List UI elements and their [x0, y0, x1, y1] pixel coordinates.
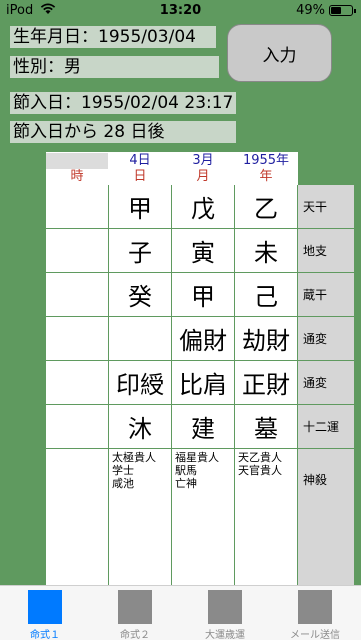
- input-button[interactable]: 入力: [227, 24, 332, 82]
- chishi-year: 未: [235, 229, 297, 272]
- tab-meishiki-2-icon: [118, 590, 152, 624]
- tsuhen-1-day: [109, 317, 171, 360]
- juniun-month: 建: [172, 405, 234, 448]
- pillar-year: 年: [259, 169, 273, 184]
- battery-nub: [354, 9, 356, 13]
- pillar-header: 4日 3月 1955年 時 日 月 年: [46, 152, 298, 185]
- tsuhen-1-year: 劫財: [235, 317, 297, 360]
- tab-mail-send[interactable]: メール送信: [270, 586, 360, 640]
- pillar-hour: 時: [70, 169, 84, 184]
- tsuhen-2-day: 印綬: [109, 361, 171, 404]
- status-bar: iPod 13:20 49%: [0, 0, 361, 22]
- row-label-juniun: 十二運: [298, 405, 354, 448]
- tenkan-month: 戊: [172, 185, 234, 228]
- row-label-tsuhen-1: 通変: [298, 317, 354, 360]
- shinsatsu-month: 福星貴人 駅馬 亡神: [172, 449, 234, 585]
- battery-fill: [331, 7, 341, 14]
- meishiki-grid: 甲 戊 乙 天干 子 寅 未 地支 癸 甲 己 蔵干 偏財 劫財 通変 印綬 比…: [46, 185, 356, 585]
- tab-meishiki-1[interactable]: 命式１: [0, 586, 90, 640]
- shinsatsu-item: 咸池: [112, 477, 134, 490]
- shinsatsu-year: 天乙貴人 天官貴人: [235, 449, 297, 585]
- juniun-hour: [46, 405, 108, 448]
- tab-mail-send-icon: [298, 590, 332, 624]
- tab-meishiki-1-label: 命式１: [30, 630, 60, 640]
- shinsatsu-item: 駅馬: [175, 464, 197, 477]
- tab-meishiki-2[interactable]: 命式２: [90, 586, 180, 640]
- shinsatsu-item: 太極貴人: [112, 451, 156, 464]
- pillar-day: 日: [133, 169, 147, 184]
- tsuhen-1-month: 偏財: [172, 317, 234, 360]
- row-label-tenkan: 天干: [298, 185, 354, 228]
- zoukan-hour: [46, 273, 108, 316]
- pillar-month: 月: [196, 169, 210, 184]
- shinsatsu-item: 亡神: [175, 477, 197, 490]
- days-after-setsuiri: 節入日から 28 日後: [10, 121, 236, 143]
- date-year: 1955年: [242, 153, 290, 168]
- shinsatsu-day: 太極貴人 学士 咸池: [109, 449, 171, 585]
- date-day: 4日: [129, 153, 151, 168]
- tsuhen-1-hour: [46, 317, 108, 360]
- tenkan-year: 乙: [235, 185, 297, 228]
- chishi-month: 寅: [172, 229, 234, 272]
- shinsatsu-item: 天乙貴人: [238, 451, 282, 464]
- shinsatsu-item: 学士: [112, 464, 134, 477]
- tab-mail-send-label: メール送信: [290, 630, 340, 640]
- shinsatsu-hour: [46, 449, 108, 585]
- tab-taiun-saiun[interactable]: 大運歳運: [180, 586, 270, 640]
- row-label-zoukan: 蔵干: [298, 273, 354, 316]
- zoukan-year: 己: [235, 273, 297, 316]
- battery-percent: 49%: [296, 3, 325, 18]
- date-hour: [46, 153, 108, 169]
- zoukan-month: 甲: [172, 273, 234, 316]
- juniun-day: 沐: [109, 405, 171, 448]
- tab-meishiki-1-icon: [28, 590, 62, 624]
- row-label-shinsatsu: 神殺: [298, 449, 354, 585]
- tenkan-day: 甲: [109, 185, 171, 228]
- tsuhen-2-month: 比肩: [172, 361, 234, 404]
- setsuiri-date: 節入日：1955/02/04 23:17: [10, 92, 236, 114]
- row-label-chishi: 地支: [298, 229, 354, 272]
- birthdate-field: 生年月日：1955/03/04: [10, 26, 216, 48]
- tab-meishiki-2-label: 命式２: [120, 630, 150, 640]
- tab-bar: 命式１ 命式２ 大運歳運 メール送信: [0, 585, 361, 640]
- shinsatsu-item: 天官貴人: [238, 464, 282, 477]
- row-label-tsuhen-2: 通変: [298, 361, 354, 404]
- zoukan-day: 癸: [109, 273, 171, 316]
- tab-taiun-saiun-icon: [208, 590, 242, 624]
- juniun-year: 墓: [235, 405, 297, 448]
- tsuhen-2-hour: [46, 361, 108, 404]
- date-month: 3月: [192, 153, 214, 168]
- chishi-day: 子: [109, 229, 171, 272]
- tsuhen-2-year: 正財: [235, 361, 297, 404]
- gender-field: 性別：男: [10, 56, 219, 78]
- tab-taiun-saiun-label: 大運歳運: [205, 630, 245, 640]
- tenkan-hour: [46, 185, 108, 228]
- chishi-hour: [46, 229, 108, 272]
- battery-icon: [329, 5, 356, 16]
- shinsatsu-item: 福星貴人: [175, 451, 219, 464]
